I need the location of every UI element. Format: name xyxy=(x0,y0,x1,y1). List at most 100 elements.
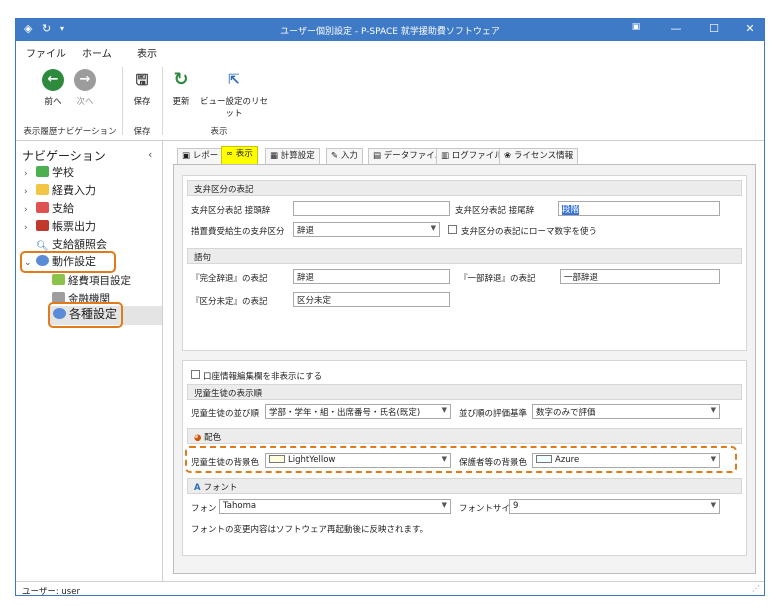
minimize-button[interactable]: — xyxy=(662,22,690,35)
tab-input[interactable]: ✎ 入力 xyxy=(326,148,363,164)
font-icon: A xyxy=(194,483,204,493)
pencil-icon: ✎ xyxy=(331,151,341,161)
nav-subitem-label: 各種設定 xyxy=(69,307,118,321)
guardian-bg-value: Azure xyxy=(555,455,580,465)
nav-subitem-expense-items[interactable]: 経費項目設定 xyxy=(52,273,131,290)
status-user: ユーザー: user xyxy=(22,587,80,596)
report-icon xyxy=(36,220,49,231)
hide-account-checkbox[interactable] xyxy=(191,370,200,379)
chevron-down-icon: ▼ xyxy=(441,406,447,414)
suffix-value: 段階 xyxy=(562,205,580,215)
status-bar: ユーザー: user ⋰ xyxy=(16,581,764,596)
tab-log-file[interactable]: ▥ ログファイル xyxy=(436,148,508,164)
collapse-nav-icon[interactable]: ‹ xyxy=(148,148,152,161)
group-branch-box: 支弁区分の表記 支弁区分表記 接頭辞 支弁区分表記 接尾辞 段階 措置費受給生の… xyxy=(182,175,747,351)
section-display-order: 児童生徒の表示順 xyxy=(187,384,742,400)
nav-item-label: 支給額照会 xyxy=(52,238,107,251)
guardian-bg-label: 保護者等の背景色 xyxy=(459,458,528,468)
menu-bar: ファイル ホーム 表示 xyxy=(16,41,764,63)
measure-select[interactable]: 辞退 ▼ xyxy=(293,222,440,237)
log-icon: ▥ xyxy=(441,151,452,161)
order-select[interactable]: 学部・学年・組・出席番号・氏名(既定) ▼ xyxy=(265,404,451,419)
group-save-label: 保存 xyxy=(133,127,151,137)
nav-item-expense-entry[interactable]: › 経費入力 xyxy=(24,182,96,199)
nav-item-operation-settings[interactable]: ⌄ 動作設定 xyxy=(20,251,116,273)
arrow-left-icon: ← xyxy=(42,69,64,91)
maximize-button[interactable]: ☐ xyxy=(700,22,728,35)
calendar-icon xyxy=(36,202,49,213)
refresh-icon: ↻ xyxy=(170,69,192,91)
reset-view-icon: ⇱ xyxy=(223,69,245,91)
chevron-down-icon: ▼ xyxy=(441,455,447,463)
suffix-label: 支弁区分表記 接尾辞 xyxy=(455,206,535,216)
student-bg-label: 児童生徒の背景色 xyxy=(191,458,260,468)
nav-item-report-output[interactable]: › 帳票出力 xyxy=(24,218,96,235)
chevron-right-icon: › xyxy=(24,187,28,197)
group-nav-label: 表示履歴ナビゲーション xyxy=(23,127,117,137)
tab-calculation[interactable]: ▦ 計算設定 xyxy=(265,148,320,164)
undecided-input[interactable]: 区分未定 xyxy=(293,292,450,307)
chevron-down-icon: ⌄ xyxy=(24,258,32,268)
tab-license[interactable]: ❀ ライセンス情報 xyxy=(499,148,579,164)
navigation-pane: ナビゲーション ‹ › 学校 › 経費入力 › 支給 › 帳票出力 🔍︎ 支給額照会 ⌄ 動… xyxy=(16,141,163,581)
close-button[interactable]: ✕ xyxy=(736,22,764,35)
chevron-down-icon: ▼ xyxy=(441,501,447,509)
nav-item-label: 動作設定 xyxy=(52,255,96,268)
title-bar: ◈ ↻ ▾ ユーザー個別設定 - P-SPACE 就学援助費ソフトウェア ▣ —… xyxy=(16,19,764,41)
color-swatch xyxy=(536,455,552,463)
display-toggle-icon[interactable]: ▣ xyxy=(622,22,650,32)
guardian-bg-select[interactable]: Azure ▼ xyxy=(532,453,720,468)
nav-item-payment[interactable]: › 支給 xyxy=(24,200,74,217)
section-branch-notation: 支弁区分の表記 xyxy=(187,180,742,196)
font-select[interactable]: Tahoma ▼ xyxy=(219,499,451,514)
next-label: 次へ xyxy=(76,97,94,107)
student-bg-select[interactable]: LightYellow ▼ xyxy=(265,453,451,468)
criteria-value: 数字のみで評価 xyxy=(536,408,596,418)
arrow-right-icon: → xyxy=(74,69,96,91)
tab-display[interactable]: ∞ 表示 xyxy=(221,146,258,164)
order-label: 児童生徒の並び順 xyxy=(191,409,260,419)
full-decline-label: 『完全辞退』の表記 xyxy=(191,274,268,284)
partial-decline-input[interactable]: 一部辞退 xyxy=(560,269,720,284)
font-note: フォントの変更内容はソフトウェア再起動後に反映されます。 xyxy=(191,525,429,535)
list-icon xyxy=(52,274,65,285)
criteria-select[interactable]: 数字のみで評価 ▼ xyxy=(532,404,720,419)
back-label: 前へ xyxy=(44,97,62,107)
fontsize-select[interactable]: 9 ▼ xyxy=(509,499,720,514)
gear-icon xyxy=(53,308,66,319)
settings-content: ▣ レポート ∞ 表示 ▦ 計算設定 ✎ 入力 ▤ データファイル ▥ ログファ… xyxy=(163,141,764,581)
refresh-label: 更新 xyxy=(172,97,190,107)
nav-subitem-label: 経費項目設定 xyxy=(68,275,131,287)
nav-item-school[interactable]: › 学校 xyxy=(24,164,74,181)
chevron-down-icon: ▼ xyxy=(430,224,436,232)
ribbon: ← 前へ → 次へ 表示履歴ナビゲーション 🖫 保存 保存 ↻ 更新 ⇱ ビュー… xyxy=(16,61,764,141)
nav-subitem-various-settings[interactable]: 各種設定 xyxy=(48,302,123,328)
back-button[interactable]: ← 前へ xyxy=(36,69,70,107)
prefix-input[interactable] xyxy=(293,201,450,216)
chevron-right-icon: › xyxy=(24,205,28,215)
measure-label: 措置費受給生の支弁区分 xyxy=(191,227,285,237)
reset-view-button[interactable]: ⇱ ビュー設定のリセット xyxy=(197,69,271,119)
menu-file[interactable]: ファイル xyxy=(26,45,66,60)
group-view-label: 表示 xyxy=(210,127,228,137)
resize-grip-icon[interactable]: ⋰ xyxy=(752,584,760,593)
save-button[interactable]: 🖫 保存 xyxy=(126,69,158,107)
measure-value: 辞退 xyxy=(297,226,315,236)
menu-view[interactable]: 表示 xyxy=(137,45,157,60)
window-title: ユーザー個別設定 - P-SPACE 就学援助費ソフトウェア xyxy=(280,27,500,37)
nav-item-label: 学校 xyxy=(52,166,74,179)
report-icon: ▣ xyxy=(182,151,193,161)
roman-checkbox[interactable] xyxy=(448,225,457,234)
refresh-button[interactable]: ↻ 更新 xyxy=(166,69,196,107)
partial-decline-label: 『一部辞退』の表記 xyxy=(459,274,536,284)
criteria-label: 並び順の評価基準 xyxy=(459,409,528,419)
file-icon: ▤ xyxy=(373,151,384,161)
color-swatch xyxy=(269,455,285,463)
section-font: A フォント xyxy=(187,478,742,494)
full-decline-input[interactable]: 辞退 xyxy=(293,269,450,284)
order-value: 学部・学年・組・出席番号・氏名(既定) xyxy=(269,408,421,418)
floppy-disk-icon: 🖫 xyxy=(131,69,153,91)
next-button[interactable]: → 次へ xyxy=(68,69,102,107)
group-display-box: 口座情報編集欄を非表示にする 児童生徒の表示順 児童生徒の並び順 学部・学年・組… xyxy=(182,360,747,556)
suffix-input[interactable]: 段階 xyxy=(558,201,720,216)
